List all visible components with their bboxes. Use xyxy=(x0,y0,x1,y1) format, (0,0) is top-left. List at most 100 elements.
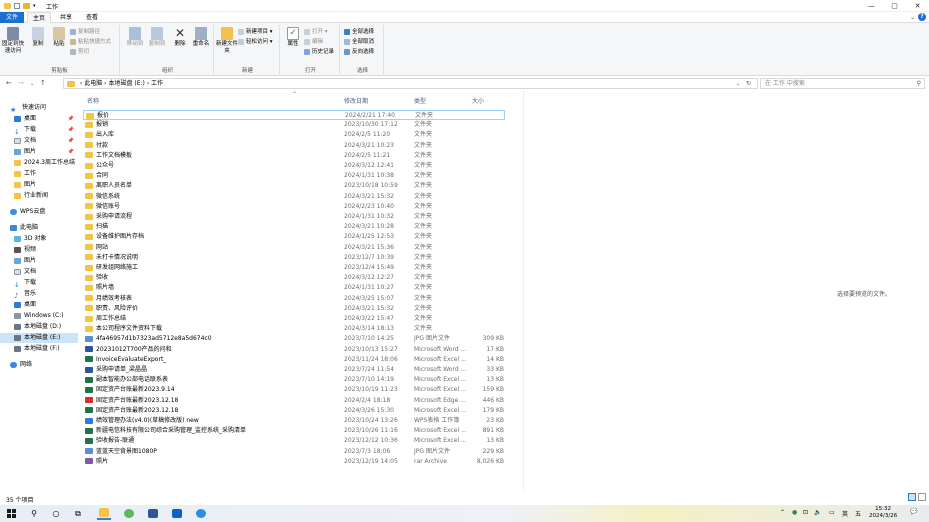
table-row[interactable]: 20231012T700产品的问和 2023/10/13 15:27 Microso… xyxy=(83,345,505,355)
close-button[interactable]: ✕ xyxy=(906,0,929,12)
chevron-down-icon[interactable]: ▾ xyxy=(33,3,36,9)
nav-drive-d[interactable]: 本地磁盘 (D:) xyxy=(0,322,78,332)
table-row[interactable]: 工作文档模板 2024/2/5 11:21 文件夹 xyxy=(83,151,505,161)
table-row[interactable]: 采购申请单_梁晶晶 2023/7/24 11:54 Microsoft Word .… xyxy=(83,365,505,375)
nav-downloads[interactable]: ↓ 下载 📌 xyxy=(0,125,78,136)
help-icon[interactable]: ? xyxy=(918,13,926,21)
table-row[interactable]: 报销 2023/10/30 17:12 文件夹 xyxy=(83,120,505,130)
tab-view[interactable]: 查看 xyxy=(80,12,104,23)
table-row[interactable]: 职责、风险评价 2024/3/21 15:32 文件夹 xyxy=(83,304,505,314)
file-name-cell[interactable]: 工作文档模板 xyxy=(85,151,340,161)
properties-button[interactable]: ✓ 属性 xyxy=(282,27,304,48)
details-view-button[interactable] xyxy=(908,493,916,501)
back-arrow-icon[interactable]: ← xyxy=(6,79,12,87)
file-name-cell[interactable]: 新疆电信科技有限公司综合采购管理_监控系统_采购清单 xyxy=(85,426,340,436)
nav-pc-documents[interactable]: 文档 xyxy=(0,267,78,277)
nav-wps-cloud[interactable]: WPS云盘 xyxy=(0,207,78,217)
large-icons-view-button[interactable] xyxy=(918,493,926,501)
nav-drive-f[interactable]: 本地磁盘 (F:) xyxy=(0,344,78,354)
file-name-cell[interactable]: 采购申请单_梁晶晶 xyxy=(85,365,340,375)
tab-file[interactable]: 文件 xyxy=(0,12,24,23)
file-name-cell[interactable]: 微信账号 xyxy=(85,202,340,212)
volume-icon[interactable]: 🔈 xyxy=(814,509,821,516)
file-name-cell[interactable]: 研发组网络施工 xyxy=(85,263,340,273)
file-name-cell[interactable]: 验收报告-联通 xyxy=(85,436,340,446)
search-icon[interactable]: ⚲ xyxy=(27,507,41,520)
delete-button[interactable]: ✕ 删除 xyxy=(169,27,191,48)
file-name-cell[interactable]: 验收 xyxy=(85,273,340,283)
new-item-button[interactable]: 新建项目 ▾ xyxy=(238,28,273,36)
notification-icon[interactable]: 💬 xyxy=(910,508,917,515)
pin-quick-access-button[interactable]: 固定到快速访问 xyxy=(2,27,24,55)
open-button[interactable]: 打开 ▾ xyxy=(304,28,328,36)
nav-work[interactable]: 工作 xyxy=(0,169,78,179)
file-name-cell[interactable]: 绩效管理办法(v4.0)(草稿修改版) new xyxy=(85,416,340,426)
properties-quick-icon[interactable] xyxy=(14,3,20,9)
breadcrumb[interactable]: › 此电脑 › 本地磁盘 (E:) › 工作 xyxy=(80,80,163,87)
column-header-name[interactable]: 名称 xyxy=(87,97,99,107)
nav-weekly-summary[interactable]: 2024.3周工作总结 xyxy=(0,158,78,168)
chevron-down-icon[interactable]: ⌄ xyxy=(910,14,915,21)
nav-pictures-2[interactable]: 图片 xyxy=(0,180,78,190)
table-row[interactable]: 采购申请流程 2024/1/31 10:32 文件夹 xyxy=(83,212,505,222)
history-button[interactable]: 历史记录 xyxy=(304,48,334,56)
browser-taskbar-icon[interactable] xyxy=(122,507,136,520)
nav-this-pc[interactable]: 此电脑 xyxy=(0,223,78,233)
file-name-cell[interactable]: 本公司程序文件资料下载 xyxy=(85,324,340,334)
table-row[interactable]: 固定资产台账最新2023.12.18 2024/2/4 18:18 Microsof… xyxy=(83,396,505,406)
column-header-size[interactable]: 大小 xyxy=(472,97,484,107)
table-row[interactable]: 未打卡情况说明 2023/12/7 10:39 文件夹 xyxy=(83,253,505,263)
table-row[interactable]: 合同 2024/1/31 10:38 文件夹 xyxy=(83,171,505,181)
refresh-icon[interactable]: ↻ xyxy=(746,80,751,87)
table-row[interactable]: 设备维护图片存档 2024/1/25 12:53 文件夹 xyxy=(83,232,505,242)
file-name-cell[interactable]: 扫描 xyxy=(85,222,340,232)
file-name-cell[interactable]: 固定资产台账最新2023.12.18 xyxy=(85,396,340,406)
select-none-button[interactable]: 全部取消 xyxy=(344,38,374,46)
file-name-cell[interactable]: 离职人员名单 xyxy=(85,181,340,191)
table-row[interactable]: 固定资产台账最新2023.9.14 2023/10/19 11:23 Microso… xyxy=(83,385,505,395)
new-folder-quick-icon[interactable] xyxy=(23,3,30,9)
table-row[interactable]: 网站 2024/3/21 15:36 文件夹 xyxy=(83,243,505,253)
nav-network[interactable]: 网络 xyxy=(0,360,78,370)
table-row[interactable]: 照片墙 2024/1/31 10:27 文件夹 xyxy=(83,283,505,293)
file-explorer-taskbar-icon[interactable] xyxy=(97,507,111,520)
table-row[interactable]: 月绩效考核表 2024/3/25 15:07 文件夹 xyxy=(83,294,505,304)
table-row[interactable]: 照片 2023/12/19 14:05 rar Archive 8,026 KB xyxy=(83,457,505,467)
nav-documents[interactable]: 文档 📌 xyxy=(0,136,78,146)
address-field[interactable]: › 此电脑 › 本地磁盘 (E:) › 工作 xyxy=(63,78,758,89)
copy-button[interactable]: 复制 xyxy=(27,27,49,48)
file-name-cell[interactable]: 照片 xyxy=(85,457,340,467)
column-header-date[interactable]: 修改日期 xyxy=(344,97,368,107)
table-row[interactable]: 扫描 2024/3/21 10:28 文件夹 xyxy=(83,222,505,232)
file-name-cell[interactable]: 蓝蓝天空背景图1080P xyxy=(85,447,340,457)
table-row[interactable]: 出入库 2024/2/5 11:20 文件夹 xyxy=(83,130,505,140)
word-taskbar-icon[interactable] xyxy=(146,507,160,520)
nav-music[interactable]: ♪ 音乐 xyxy=(0,289,78,300)
file-name-cell[interactable]: 设备维护图片存档 xyxy=(85,232,340,242)
nav-pictures[interactable]: 图片 📌 xyxy=(0,147,78,157)
file-name-cell[interactable]: 固定资产台账最新2023.9.14 xyxy=(85,385,340,395)
tab-home[interactable]: 主页 xyxy=(27,12,51,23)
recent-chevron-icon[interactable]: ⌄ xyxy=(30,81,34,87)
file-name-cell[interactable]: 网站 xyxy=(85,243,340,253)
search-input[interactable]: 在 工作 中搜索 ⚲ xyxy=(760,78,925,89)
file-name-cell[interactable]: 周工作总结 xyxy=(85,314,340,324)
copy-to-button[interactable]: 复制到 xyxy=(146,27,168,48)
file-name-cell[interactable]: 公众号 xyxy=(85,161,340,171)
file-name-cell[interactable]: 采购申请流程 xyxy=(85,212,340,222)
maximize-button[interactable]: ▢ xyxy=(883,0,906,12)
table-row[interactable]: 本公司程序文件资料下载 2024/3/14 18:13 文件夹 xyxy=(83,324,505,334)
rename-button[interactable]: 重命名 xyxy=(190,27,212,48)
column-header-type[interactable]: 类型 xyxy=(414,97,426,107)
select-all-button[interactable]: 全部选择 xyxy=(344,28,374,36)
table-row[interactable]: 副本智能办公部电话联系表 2023/7/10 14:19 Microsoft Exc… xyxy=(83,375,505,385)
table-row[interactable]: 固定资产台账最新2023.12.18 2024/3/26 15:30 Microso… xyxy=(83,406,505,416)
address-dropdown-icon[interactable]: ⌄ xyxy=(736,81,740,87)
file-name-cell[interactable]: 微信系统 xyxy=(85,192,340,202)
search-icon[interactable]: ⚲ xyxy=(917,79,921,89)
table-row[interactable]: 离职人员名单 2023/10/18 10:59 文件夹 xyxy=(83,181,505,191)
app-taskbar-icon[interactable] xyxy=(194,507,208,520)
paste-shortcut-button[interactable]: 粘贴快捷方式 xyxy=(70,38,111,46)
paste-button[interactable]: 粘贴 xyxy=(48,27,70,48)
table-row[interactable]: 4fa46957d1b7323ad5712e8a5d674c0 2023/7/10… xyxy=(83,334,505,344)
